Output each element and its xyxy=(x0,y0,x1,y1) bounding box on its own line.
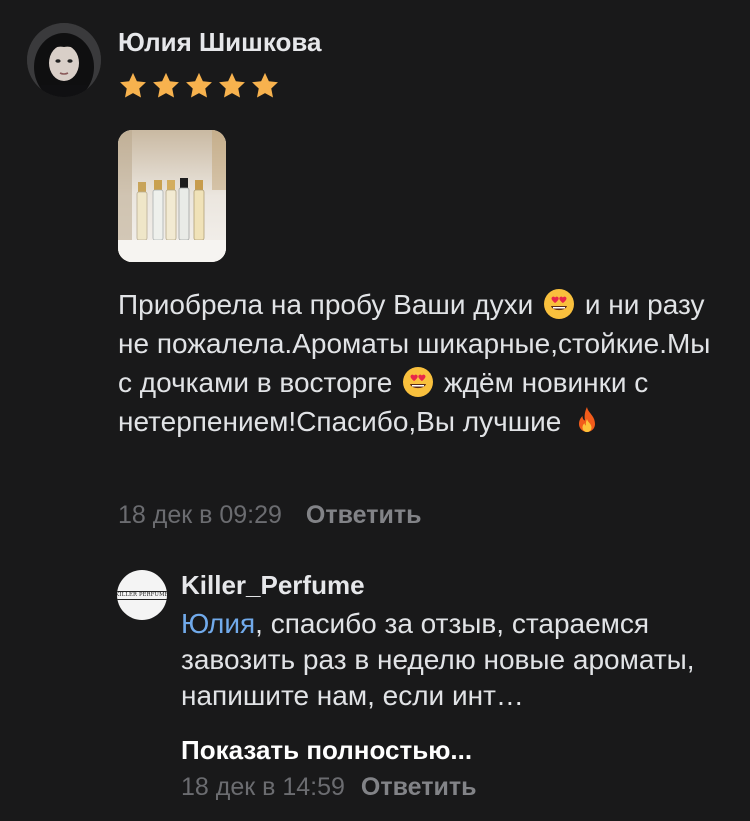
shop-reply-button[interactable]: Ответить xyxy=(361,773,477,801)
shop-logo: KILLER PERFUME xyxy=(117,590,167,600)
author-name[interactable]: Юлия Шишкова xyxy=(118,27,322,57)
shop-reply-date[interactable]: 18 дек в 14:59 xyxy=(181,773,345,801)
star-icon xyxy=(252,72,278,98)
mention-link[interactable]: Юлия xyxy=(181,608,255,639)
heart-eyes-emoji xyxy=(402,366,434,398)
shop-avatar[interactable]: KILLER PERFUME xyxy=(117,570,167,620)
review-meta: 18 дек в 09:29 Ответить xyxy=(118,500,421,530)
review-text-part: Приобрела на пробу Ваши духи xyxy=(118,289,534,320)
star-icon xyxy=(186,72,212,98)
shop-reply-text: Юлия, спасибо за отзыв, стараемся завози… xyxy=(181,606,721,714)
heart-eyes-emoji xyxy=(543,288,575,320)
review-date[interactable]: 18 дек в 09:29 xyxy=(118,501,282,529)
star-icon xyxy=(153,72,179,98)
avatar[interactable] xyxy=(27,23,101,97)
star-icon xyxy=(219,72,245,98)
reply-button[interactable]: Ответить xyxy=(306,501,422,529)
shop-name[interactable]: Killer_Perfume xyxy=(181,570,365,600)
review-photo[interactable] xyxy=(118,130,226,262)
show-more-link[interactable]: Показать полностью... xyxy=(181,734,472,766)
shop-reply-body: , спасибо за отзыв, стараемся завозить р… xyxy=(181,608,695,711)
shop-reply-meta: 18 дек в 14:59 Ответить xyxy=(181,772,476,802)
review-text: Приобрела на пробу Ваши духи и ни разу н… xyxy=(118,285,718,441)
fire-emoji xyxy=(571,405,603,437)
rating-stars xyxy=(117,70,281,102)
star-icon xyxy=(120,72,146,98)
